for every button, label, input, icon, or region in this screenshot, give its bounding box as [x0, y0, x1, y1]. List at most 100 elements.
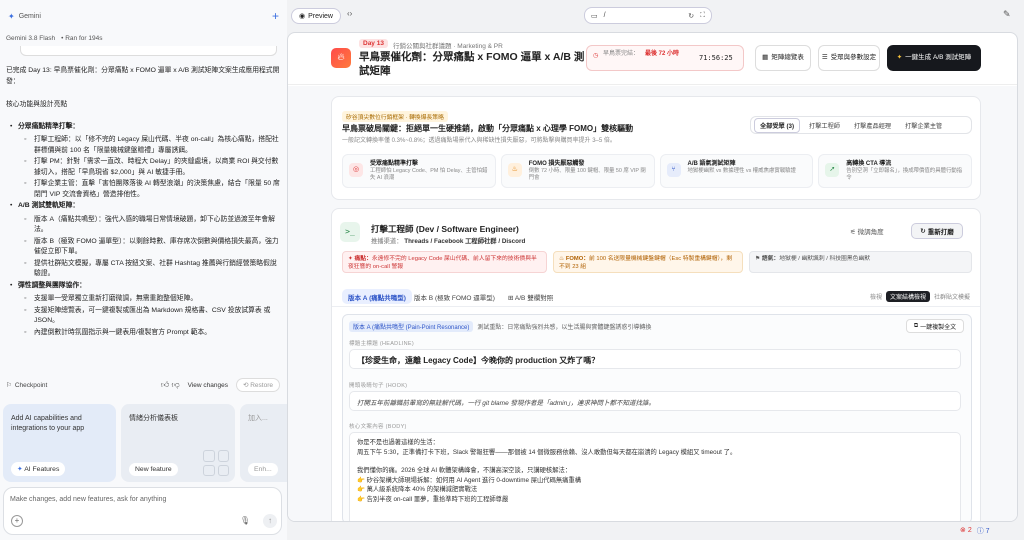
list-item: 內建倒數計時氛圍指示與一鍵表用/複製官方 Prompt 範本。 — [6, 328, 280, 339]
terminal-icon: >_ — [340, 222, 360, 242]
regenerate-button[interactable]: ↻ 重新打磨 — [911, 223, 963, 239]
fullscreen-icon[interactable]: ⛶ — [700, 12, 705, 20]
prompt-placeholder: Make changes, add new features, ask for … — [10, 496, 167, 503]
adjust-angle-button[interactable]: ⚟ 微調角度 — [850, 226, 884, 236]
feedback-icons[interactable]: 👍︎ 👎︎ — [161, 380, 180, 390]
feature-list: 分眾痛點精準打擊： 打擊工程師：以「修不完的 Legacy 屎山代碼、半夜 on… — [6, 122, 280, 339]
sliders-icon: ☰ — [821, 54, 828, 61]
chat-panel: ✦ Gemini + Gemini 3.8 Flash • Ran for 194… — [0, 0, 287, 540]
list-item: 版本 B（極致 FOMO 逼單型）：以剩餘時數、庫存席次倒數與價格損失最高，強力… — [6, 237, 280, 258]
edit-icon[interactable]: ✎ — [1003, 9, 1011, 20]
tab-code[interactable]: ‹› — [347, 9, 352, 18]
copy-all-button[interactable]: ⧉ 一鍵複製全文 — [906, 319, 964, 333]
list-item: 支援單一受眾獨立重新打磨微調，無需重跑整個矩陣。 — [6, 294, 280, 305]
app-header: 🔥︎ Day 13 行銷公關與社群議題 · Marketing & PR 早鳥票… — [288, 33, 1017, 85]
hook-field[interactable]: 打開五年前離職前輩寫的無註解代碼，一行 git blame 發現作者是「admi… — [349, 391, 961, 411]
assistant-message: 已完成 Day 13: 早鳥票催化劑：分眾痛點 x FOMO 逼單 x A/B … — [6, 66, 280, 339]
suggestion-card-ai[interactable]: Add AI capabilities and integrations to … — [3, 404, 116, 482]
filter-executive[interactable]: 打擊企業主管 — [900, 119, 947, 132]
tab-version-b[interactable]: 版本 B (極致 FOMO 逼單型) — [408, 289, 501, 304]
run-duration: Ran for 194s — [65, 35, 103, 42]
pain-tag: ✦ 痛點：永遠修不完的 Legacy Code 屎山代碼、前人留下來的技術債與半… — [342, 251, 547, 273]
timer-note: 最後 72 小時 — [645, 51, 680, 57]
list-item: 打擊 PM：針對「需求一直改、時程大 Delay」的夾縫處境，以商業 ROI 與… — [6, 157, 280, 178]
alarm-icon: ◷ — [593, 53, 599, 59]
feature-cards: ◎ 受眾痛點精準打擊 工程師怕 Legacy Code、PM 怕 Delay、主… — [342, 154, 972, 188]
view-toggle: 檢視 文案結構檢視 社群貼文模擬 — [870, 291, 970, 302]
grid-icon — [203, 450, 229, 476]
new-chat-icon[interactable]: + — [272, 9, 279, 23]
checkpoint-row: ⚐ Checkpoint 👍︎ 👎︎ View changes ⟲ Restore — [6, 377, 280, 393]
refresh-icon[interactable]: ↻ — [688, 12, 694, 20]
collapsed-code-block[interactable] — [20, 46, 277, 56]
tone-tag: ⚑ 語氣：地獄梗 / 幽默諷刺 / 科技圈黑色幽默 — [749, 251, 972, 273]
url-path: / — [603, 12, 606, 19]
body-label: 核心文案內容 (BODY) — [349, 424, 407, 430]
enhance-button[interactable]: Enh... — [248, 463, 278, 476]
message-heading: 核心功能與設計亮點 — [6, 101, 68, 108]
strategy-panel: 矽谷頂尖數位行銷框架 · 轉換爆長策略 早鳥票破局關鍵：拒絕單一生硬推銷，啟動「… — [331, 96, 981, 200]
matrix-overview-button[interactable]: ▦ 矩陣總覽表 — [755, 45, 811, 71]
model-info: Gemini 3.8 Flash • Ran for 194s — [6, 35, 103, 42]
page-title: 早鳥票催化劑：分眾痛點 x FOMO 逼單 x A/B 測試矩陣 — [359, 51, 585, 77]
status-bar[interactable]: ⊗ 2 ⓘ 7 — [960, 526, 990, 536]
gemini-icon: ✦ — [8, 11, 15, 21]
variant-content: 版本 A (痛點共鳴型 (Pain-Point Resonance) 測試重點：… — [342, 314, 972, 521]
variant-head: 版本 A (痛點共鳴型 (Pain-Point Resonance) 測試重點：… — [349, 321, 651, 332]
headline-field[interactable]: 【珍愛生命，遠離 Legacy Code】今晚你的 production 又炸了… — [349, 349, 961, 369]
day-badge: Day 13 — [359, 39, 388, 48]
strategy-subtitle: 一般記文轉換率僅 0.3%~0.8%；透過痛點場景代入與稀缺性損失厭惡，可將點擊… — [342, 138, 616, 144]
strategy-title: 早鳥票破局關鍵：拒絕單一生硬推銷，啟動「分眾痛點 x 心理學 FOMO」雙核驅動 — [342, 124, 634, 133]
device-icon[interactable]: ▭ — [591, 12, 598, 20]
body-field[interactable]: 你是不是也過著這樣的生活： 周五下午 5:30，正準備打卡下班，Slack 警報… — [349, 432, 961, 521]
tab-compare[interactable]: ⊞ A/B 雙欄對照 — [502, 289, 559, 304]
new-feature-button[interactable]: New feature — [129, 463, 178, 476]
body-line: 👉 萬人級系統降本 40% 的架構減肥實戰法 — [357, 486, 478, 493]
body-line: 你是不是也過著這樣的生活： — [357, 439, 439, 446]
card-text: 情緒分析儀表板 — [129, 415, 178, 422]
countdown-timer: ◷ 早鳥票完結： 最後 72 小時 71:56:25 — [586, 45, 744, 71]
timer-label: 早鳥票完結： — [603, 51, 640, 57]
headline-label: 標題主標題 (HEADLINE) — [349, 341, 414, 347]
error-count[interactable]: ⊗ 2 — [960, 526, 972, 536]
card-text: Add AI capabilities and integrations to … — [11, 415, 85, 432]
suggestion-card-dashboard[interactable]: 情緒分析儀表板 New feature — [121, 404, 235, 482]
filter-pm[interactable]: 打擊產品經理 — [849, 119, 896, 132]
suggestion-card-more[interactable]: 加入... Enh... — [240, 404, 287, 482]
list-item: 版本 A（痛點共鳴型）：強代入感的職場日常情境破題，卸下心防並過渡至年會解法。 — [6, 215, 280, 236]
sparkle-icon: ✦ — [896, 54, 903, 61]
audience-tags: ✦ 痛點：永遠修不完的 Legacy Code 屎山代碼、前人留下來的技術債與半… — [342, 251, 972, 275]
flame-icon: ♨ — [507, 163, 522, 177]
filter-all[interactable]: 全部受眾 (3) — [754, 117, 801, 133]
tab-preview[interactable]: ◉ Preview — [291, 8, 341, 24]
prompt-input[interactable]: Make changes, add new features, ask for … — [3, 487, 282, 535]
url-bar[interactable]: ▭ / ↻ ⛶ — [584, 7, 712, 24]
view-structure[interactable]: 文案結構檢視 — [885, 291, 930, 302]
mic-icon[interactable]: 🎙︎ — [240, 516, 250, 525]
content-area: 矽谷頂尖數位行銷框架 · 轉換爆長策略 早鳥票破局關鍵：拒絕單一生硬推銷，啟動「… — [288, 86, 1017, 521]
feature-card: ⑂ A/B 語氣測試矩陣 地獄梗幽默 vs 數據理性 vs 權威焦慮實戰驗證 — [659, 154, 814, 188]
info-count[interactable]: ⓘ 7 — [977, 526, 990, 536]
variant-tabs: 版本 A (痛點共鳴型) 版本 B (極致 FOMO 逼單型) ⊞ A/B 雙欄… — [332, 285, 980, 307]
send-icon[interactable]: ↑ — [263, 514, 277, 528]
view-changes-button[interactable]: View changes — [188, 382, 228, 389]
audience-settings-button[interactable]: ☰ 受眾與參數設定 — [818, 45, 880, 71]
chat-header: ✦ Gemini + — [0, 0, 287, 32]
ai-features-button[interactable]: ✦ AI Features — [11, 462, 66, 476]
restore-button[interactable]: ⟲ Restore — [235, 378, 280, 392]
view-social[interactable]: 社群貼文模擬 — [934, 292, 970, 301]
app-title: Gemini — [18, 12, 41, 20]
list-item: 支援矩陣總覽表，可一鍵複製或匯出為 Markdown 規格書、CSV 投放試算表… — [6, 306, 280, 327]
add-icon[interactable]: + — [11, 515, 23, 527]
suggestion-cards: Add AI capabilities and integrations to … — [0, 404, 287, 482]
tab-version-a[interactable]: 版本 A (痛點共鳴型) — [342, 289, 412, 304]
app-preview: 🔥︎ Day 13 行銷公關與社群議題 · Marketing & PR 早鳥票… — [287, 32, 1018, 522]
list-item: 彈性調整與團隊協作： — [6, 281, 280, 292]
checkpoint[interactable]: ⚐ Checkpoint — [6, 381, 47, 390]
role-panel: >_ 打擊工程師 (Dev / Software Engineer) 推播渠道：… — [331, 208, 981, 521]
variant-badge: 版本 A (痛點共鳴型 (Pain-Point Resonance) — [349, 321, 474, 332]
feature-card: ➚ 高轉換 CTA 導流 告別空洞「立即報名」，換成帶價值的具體行動指令 — [818, 154, 972, 188]
card-text: 加入... — [248, 415, 268, 422]
filter-engineer[interactable]: 打擊工程師 — [804, 119, 845, 132]
generate-matrix-button[interactable]: ✦ 一鍵生成 A/B 測試矩陣 — [887, 45, 981, 71]
